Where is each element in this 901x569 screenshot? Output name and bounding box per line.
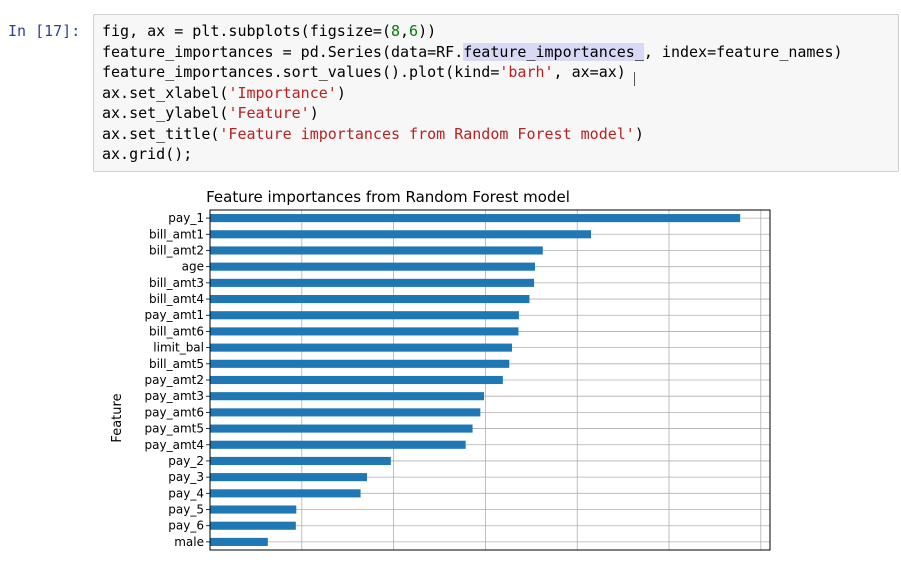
y-tick-label: pay_amt4 bbox=[145, 438, 204, 452]
y-tick-label: bill_amt3 bbox=[149, 276, 204, 290]
bar bbox=[210, 392, 485, 401]
y-axis-label: Feature bbox=[110, 393, 125, 442]
y-tick-label: bill_amt6 bbox=[149, 324, 204, 338]
y-tick-label: male bbox=[174, 535, 204, 549]
y-tick-label: pay_amt6 bbox=[145, 405, 204, 419]
y-tick-label: bill_amt5 bbox=[149, 357, 204, 371]
code-token: ) bbox=[309, 104, 319, 122]
y-tick-label: pay_5 bbox=[168, 503, 204, 517]
y-tick-label: pay_4 bbox=[168, 486, 204, 500]
code-line: feature_importances = pd.Series(data=RF.… bbox=[102, 42, 843, 61]
code-line: ax.set_ylabel('Feature') bbox=[102, 104, 319, 122]
y-tick-label: bill_amt4 bbox=[149, 292, 204, 306]
code-token: ax.set_xlabel( bbox=[102, 83, 229, 102]
text-cursor-icon bbox=[634, 72, 635, 86]
code-token: ) bbox=[336, 83, 346, 102]
code-line: ax.set_title('Feature importances from R… bbox=[102, 125, 644, 143]
code-editor[interactable]: fig, ax = plt.subplots(figsize=(8,6)) fe… bbox=[102, 21, 843, 165]
y-tick-label: bill_amt1 bbox=[149, 227, 204, 241]
y-tick-label: pay_6 bbox=[168, 519, 204, 533]
bar bbox=[210, 278, 535, 287]
bar bbox=[210, 489, 361, 498]
feature-importance-chart: Feature importances from Random Forest m… bbox=[110, 188, 771, 551]
y-tick-label: pay_1 bbox=[168, 211, 204, 225]
code-token: 'Importance' bbox=[228, 83, 337, 102]
code-line: ax.set_xlabel('Importance') bbox=[102, 84, 346, 102]
y-tick-label: age bbox=[182, 260, 204, 274]
bar bbox=[210, 456, 391, 465]
code-token: )) bbox=[418, 22, 437, 40]
code-token: feature_importances = pd.Series(data=RF. bbox=[102, 42, 464, 61]
code-cell[interactable]: fig, ax = plt.subplots(figsize=(8,6)) fe… bbox=[93, 14, 899, 172]
bar bbox=[210, 521, 296, 530]
bar bbox=[210, 343, 513, 352]
code-token: 'barh' bbox=[499, 63, 554, 81]
code-token: , ax=ax) bbox=[553, 63, 626, 81]
bar bbox=[210, 359, 510, 368]
bar bbox=[210, 262, 535, 271]
code-token: , bbox=[400, 22, 410, 40]
code-token: 'Feature' bbox=[228, 104, 310, 122]
cell-prompt: In [17]: bbox=[8, 22, 81, 40]
y-tick-label: limit_bal bbox=[153, 341, 204, 355]
code-token: feature_importances.sort_values().plot(k… bbox=[102, 63, 500, 81]
y-tick-label: pay_amt2 bbox=[145, 373, 204, 387]
code-line: ax.grid(); bbox=[102, 145, 192, 163]
code-token: , index=feature_names) bbox=[643, 42, 843, 61]
code-line: feature_importances.sort_values().plot(k… bbox=[102, 63, 626, 81]
code-token: 8 bbox=[390, 22, 401, 40]
y-tick-label: pay_amt1 bbox=[145, 308, 204, 322]
bar bbox=[210, 375, 503, 385]
code-token: 6 bbox=[409, 22, 419, 40]
bar bbox=[210, 295, 530, 304]
bar bbox=[210, 440, 466, 449]
bar bbox=[210, 214, 741, 223]
bar bbox=[210, 327, 519, 336]
code-token: ) bbox=[634, 124, 644, 143]
plot-area: pay_1 bill_amt1 bill_amt2age bill_amt3 bill_… bbox=[145, 209, 771, 551]
y-tick-label: pay_3 bbox=[168, 470, 204, 484]
bar bbox=[210, 246, 543, 255]
code-token: ax.set_ylabel( bbox=[102, 104, 229, 122]
y-tick-label: bill_amt2 bbox=[149, 243, 204, 257]
code-line: fig, ax = plt.subplots(figsize=(8,6)) bbox=[102, 22, 436, 40]
code-token: feature_importances_ bbox=[463, 42, 644, 61]
y-tick-label: pay_amt5 bbox=[145, 422, 204, 436]
bar bbox=[210, 408, 481, 417]
code-token: ax.grid(); bbox=[102, 145, 193, 163]
cell-output: Feature importances from Random Forest m… bbox=[93, 180, 899, 564]
chart-title: Feature importances from Random Forest m… bbox=[206, 188, 570, 206]
bar bbox=[210, 230, 591, 239]
bar bbox=[210, 424, 473, 433]
bar bbox=[210, 505, 297, 514]
bar bbox=[210, 537, 268, 546]
y-tick-label: pay_2 bbox=[168, 454, 204, 468]
bar bbox=[210, 473, 367, 482]
code-token: fig, ax = plt.subplots(figsize=( bbox=[102, 22, 391, 40]
y-tick-label: pay_amt3 bbox=[145, 389, 204, 403]
code-token: ax.set_title( bbox=[102, 124, 220, 143]
bar bbox=[210, 311, 519, 320]
code-token: 'Feature importances from Random Forest … bbox=[219, 124, 635, 143]
